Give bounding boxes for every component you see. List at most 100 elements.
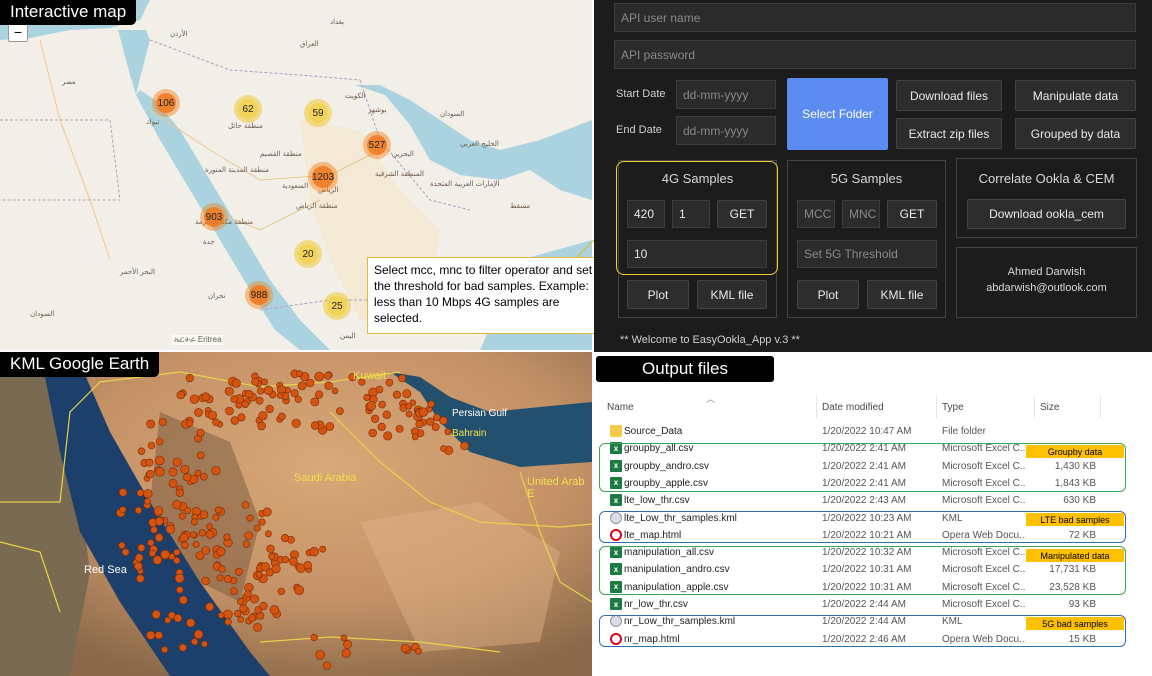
map-cluster[interactable]: 903	[200, 203, 228, 231]
kml-sample-point	[255, 396, 264, 405]
kml-sample-point	[411, 433, 419, 441]
kml-sample-point	[277, 587, 285, 596]
grouped-by-button[interactable]: Grouped by data	[1015, 118, 1136, 149]
kml-sample-point	[225, 406, 234, 416]
4g-threshold-input[interactable]: 10	[627, 240, 767, 268]
4g-plot-button[interactable]: Plot	[627, 280, 689, 309]
kml-sample-point	[172, 457, 182, 467]
map-cluster[interactable]: 527	[363, 131, 391, 159]
map-place: تبوك	[146, 118, 160, 126]
lte-tag: LTE bad samples	[1026, 513, 1124, 526]
map-cluster[interactable]: 59	[304, 99, 332, 127]
api-user-input[interactable]: API user name	[614, 3, 1136, 32]
4g-get-button[interactable]: GET	[717, 200, 767, 228]
map-cluster[interactable]: 20	[294, 240, 322, 268]
kml-sample-point	[242, 540, 251, 548]
select-folder-button[interactable]: Select Folder	[787, 78, 888, 150]
api-password-input[interactable]: API password	[614, 40, 1136, 69]
5g-mcc-input[interactable]: MCC	[797, 200, 835, 228]
map-place: منطقة حائل	[228, 122, 263, 130]
5g-plot-button[interactable]: Plot	[797, 280, 859, 309]
manipulate-data-button[interactable]: Manipulate data	[1015, 80, 1136, 111]
file-row[interactable]: Source_Data 1/20/2022 10:47 AM File folder	[604, 423, 1124, 440]
kml-sample-point	[230, 395, 238, 403]
kml-sample-point	[343, 639, 352, 649]
kml-sample-point	[383, 431, 393, 441]
map-cluster[interactable]: 1203	[308, 162, 338, 192]
file-type: Microsoft Excel C...	[942, 495, 1026, 507]
end-date-label: End Date	[616, 124, 662, 136]
kml-sample-point	[319, 545, 327, 553]
kml-sample-point	[324, 371, 332, 380]
col-sep[interactable]	[1100, 396, 1101, 418]
file-row[interactable]: x nr_low_thr.csv 1/20/2022 2:44 AM Microsof…	[604, 596, 1124, 613]
kml-sample-point	[290, 389, 299, 398]
kml-sample-point	[244, 531, 253, 540]
kml-google-earth[interactable]: Kuwait Persian Gulf Bahrain Saudi Arabia…	[0, 352, 592, 676]
col-date[interactable]: Date modified	[822, 402, 884, 413]
kml-sample-point	[309, 547, 319, 557]
kml-sample-point	[196, 428, 205, 437]
col-sep[interactable]	[1034, 396, 1035, 418]
col-sep[interactable]	[816, 396, 817, 418]
kml-sample-point	[398, 374, 406, 383]
kml-sample-point	[212, 513, 220, 521]
kml-sample-point	[305, 378, 315, 388]
5g-mnc-input[interactable]: MNC	[842, 200, 880, 228]
start-date-label: Start Date	[616, 88, 666, 100]
map-place: بوشهر	[368, 106, 387, 114]
file-size: 93 KB	[1068, 599, 1096, 610]
kml-sample-point	[200, 640, 208, 648]
file-explorer: Output files ︿ Name Date modified Type S…	[594, 352, 1152, 676]
4g-kml-button[interactable]: KML file	[697, 280, 767, 309]
kml-sample-point	[146, 469, 155, 479]
kml-sample-point	[341, 648, 351, 658]
col-name[interactable]: Name	[607, 402, 634, 413]
kml-sample-point	[198, 529, 206, 537]
file-type: File folder	[942, 426, 986, 437]
kml-sample-point	[418, 407, 429, 417]
kml-sample-point	[255, 570, 263, 578]
kml-sample-point	[190, 518, 198, 526]
download-ookla-button[interactable]: Download ookla_cem	[967, 199, 1126, 229]
kml-sample-point	[152, 555, 162, 565]
kml-sample-point	[426, 417, 435, 426]
end-date-input[interactable]: dd-mm-yyyy	[676, 116, 776, 145]
kml-sample-point	[218, 565, 226, 573]
kml-sample-point	[331, 387, 339, 395]
kml-sample-point	[261, 378, 268, 386]
kml-sample-point	[258, 518, 266, 526]
4g-mnc-input[interactable]: 1	[672, 200, 710, 228]
col-sep[interactable]	[936, 396, 937, 418]
kml-sample-point	[405, 402, 413, 410]
kml-sample-point	[294, 585, 304, 595]
5g-threshold-input[interactable]: Set 5G Threshold	[797, 240, 937, 268]
kml-sample-point	[201, 576, 210, 586]
extract-zip-button[interactable]: Extract zip files	[896, 118, 1002, 149]
kml-sample-point	[271, 564, 281, 574]
file-date: 1/20/2022 10:47 AM	[822, 426, 912, 437]
map-cluster[interactable]: 62	[234, 95, 262, 123]
kml-sample-point	[315, 649, 325, 660]
zoom-out-button[interactable]: −	[8, 24, 28, 42]
5g-kml-button[interactable]: KML file	[867, 280, 937, 309]
kml-sample-point	[174, 573, 185, 584]
kml-sample-point	[368, 428, 377, 438]
col-type[interactable]: Type	[942, 402, 964, 413]
4g-mcc-input[interactable]: 420	[627, 200, 665, 228]
start-date-input[interactable]: dd-mm-yyyy	[676, 80, 776, 109]
download-files-button[interactable]: Download files	[896, 80, 1002, 111]
kml-sample-point	[147, 539, 155, 547]
col-size[interactable]: Size	[1040, 402, 1059, 413]
kml-sample-point	[265, 404, 274, 414]
kml-sample-point	[264, 530, 272, 538]
file-row[interactable]: x lte_low_thr.csv 1/20/2022 2:43 AM Microso…	[604, 492, 1124, 509]
kml-sample-point	[322, 661, 332, 670]
kml-sample-point	[310, 397, 320, 407]
map-cluster[interactable]: 25	[323, 292, 351, 320]
map-cluster[interactable]: 988	[245, 281, 273, 309]
map-place: منطقة الرياض	[296, 202, 338, 210]
kml-sample-point	[237, 598, 245, 606]
5g-get-button[interactable]: GET	[887, 200, 937, 228]
map-cluster[interactable]: 106	[152, 89, 180, 117]
